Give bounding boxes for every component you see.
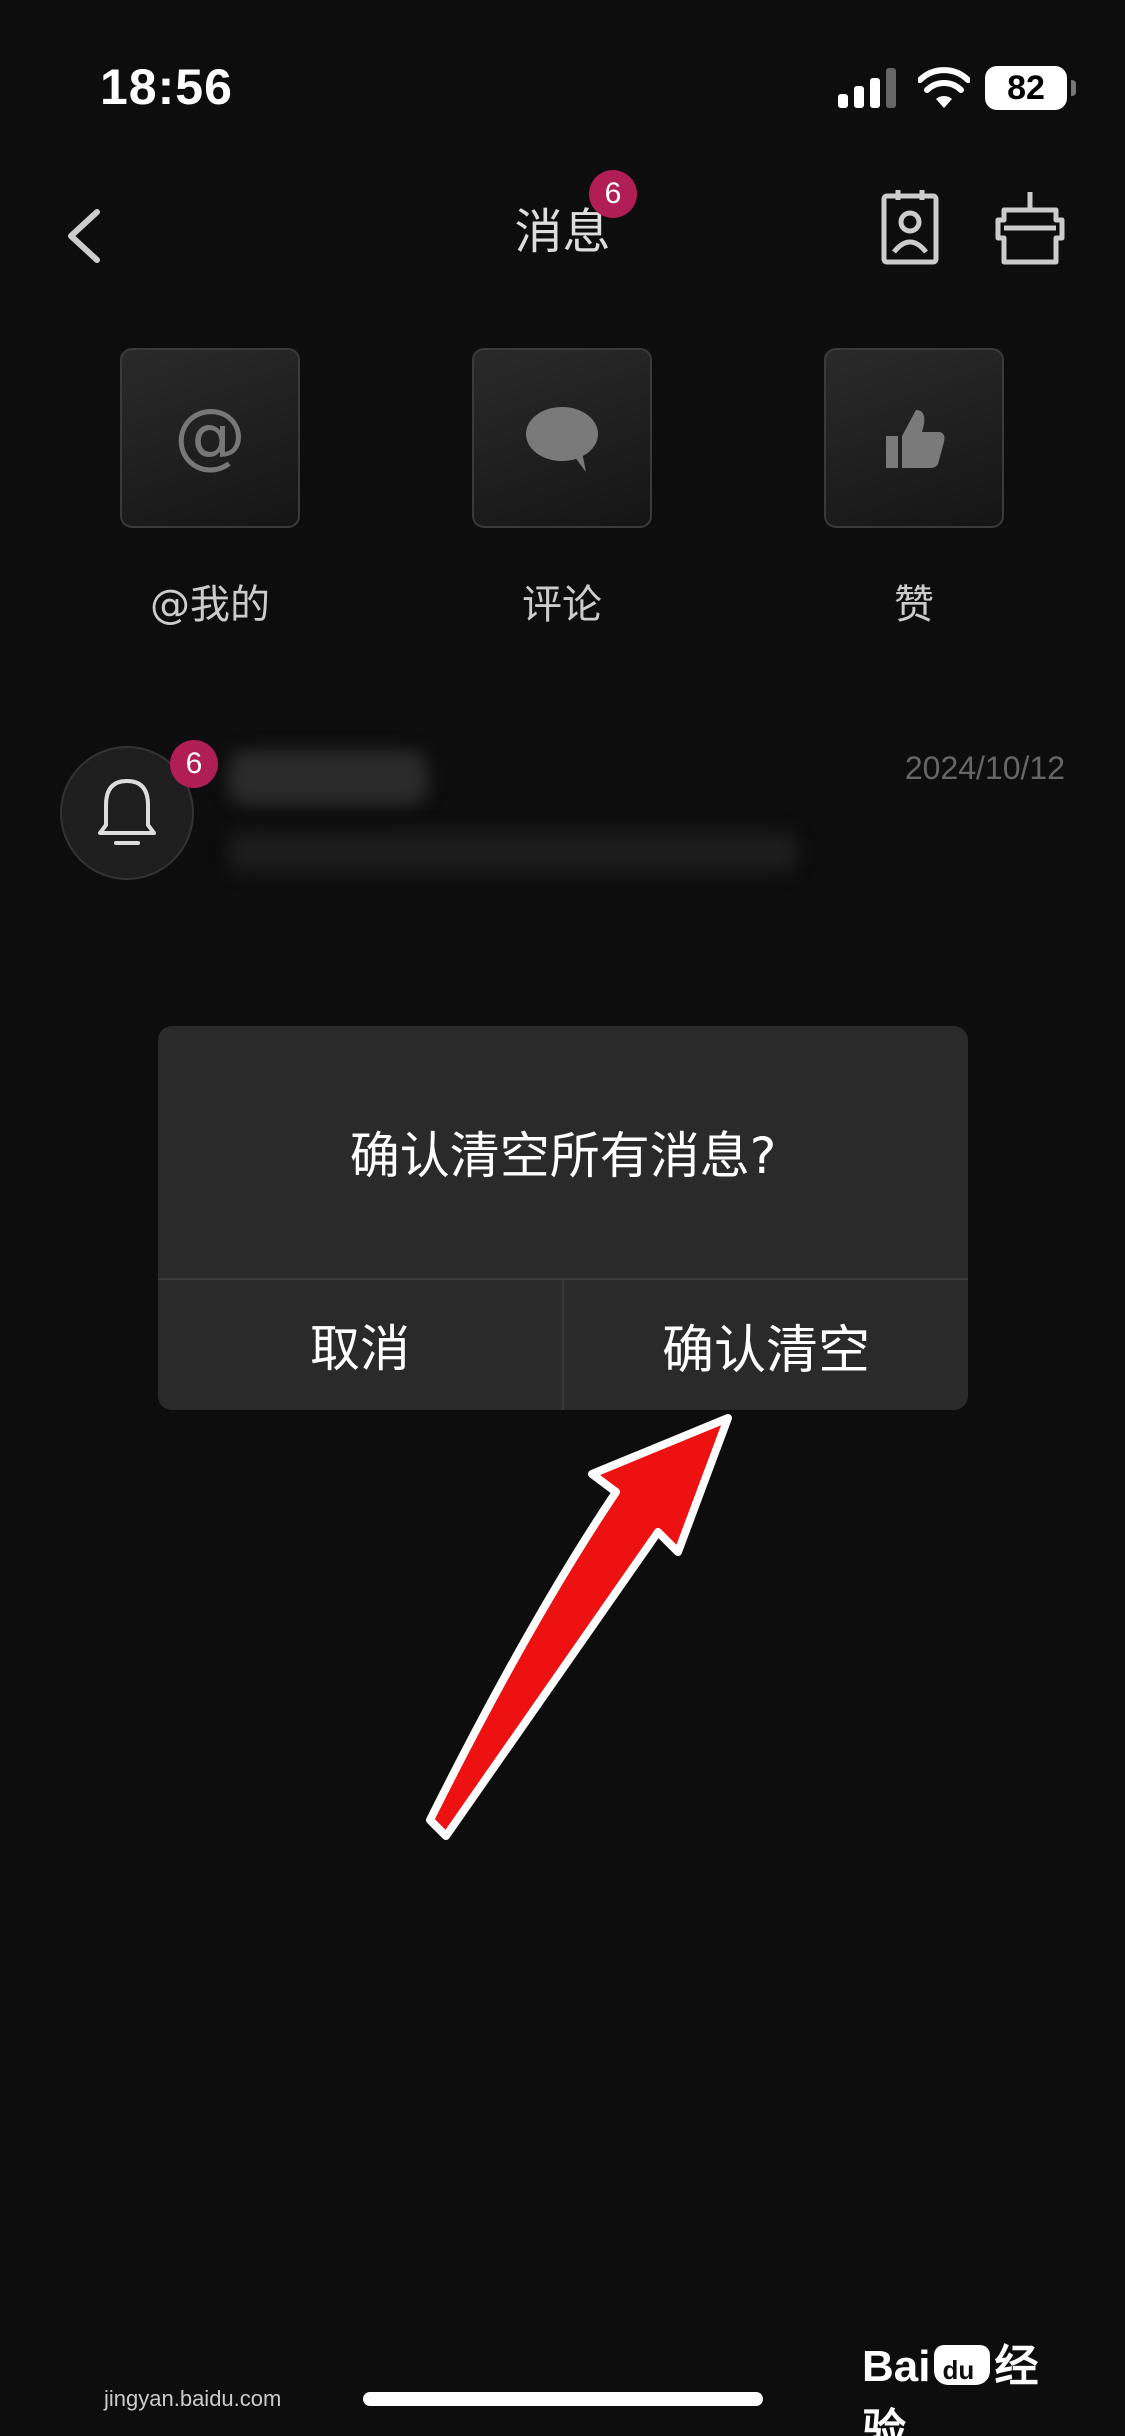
category-likes-tile[interactable] <box>824 348 1004 528</box>
category-mentions[interactable]: @ @我的 <box>120 348 300 630</box>
cellular-signal-icon <box>838 68 898 108</box>
confirm-clear-dialog: 确认清空所有消息? 取消 确认清空 <box>158 1026 968 1410</box>
system-notification-row[interactable]: 6 2024/10/12 <box>0 730 1125 900</box>
message-categories: @ @我的 评论 赞 <box>0 348 1125 628</box>
page-title: 消息 <box>514 204 611 260</box>
red-arrow-annotation <box>426 1414 732 1840</box>
notification-date: 2024/10/12 <box>904 750 1065 786</box>
contacts-icon[interactable] <box>878 186 942 270</box>
blurred-sender <box>228 750 428 806</box>
unread-count-badge: 6 <box>589 170 637 218</box>
at-icon: @ <box>174 398 246 477</box>
watermark-logo: Bai du 经验 <box>862 2342 1039 2436</box>
category-mentions-tile[interactable]: @ <box>120 348 300 528</box>
confirm-clear-button[interactable]: 确认清空 <box>564 1280 968 1410</box>
notification-badge: 6 <box>170 740 218 788</box>
speech-bubble-icon <box>526 407 598 472</box>
home-indicator[interactable] <box>363 2392 763 2406</box>
battery-icon: 82 <box>985 66 1076 110</box>
category-likes-label: 赞 <box>894 582 934 628</box>
cancel-button[interactable]: 取消 <box>158 1280 564 1410</box>
watermark-url: jingyan.baidu.com <box>104 2386 282 2411</box>
category-likes[interactable]: 赞 <box>824 348 1004 630</box>
bell-icon <box>98 779 156 845</box>
dialog-actions: 取消 确认清空 <box>158 1278 968 1410</box>
status-time: 18:56 <box>100 59 233 115</box>
svg-text:@: @ <box>174 398 246 477</box>
wifi-icon <box>918 67 970 108</box>
category-comments-label: 评论 <box>522 582 602 628</box>
baidu-watermark: Bai du 经验 <box>862 2330 1082 2436</box>
dialog-message: 确认清空所有消息? <box>349 1127 777 1185</box>
blurred-preview <box>228 830 798 874</box>
category-comments-tile[interactable] <box>472 348 652 528</box>
category-mentions-label: @我的 <box>150 582 270 628</box>
nav-bar: 消息 6 <box>0 170 1125 290</box>
status-bar: 18:56 82 <box>0 0 1125 170</box>
robot-icon[interactable] <box>994 186 1066 270</box>
thumbs-up-icon <box>886 410 945 468</box>
category-comments[interactable]: 评论 <box>472 348 652 630</box>
